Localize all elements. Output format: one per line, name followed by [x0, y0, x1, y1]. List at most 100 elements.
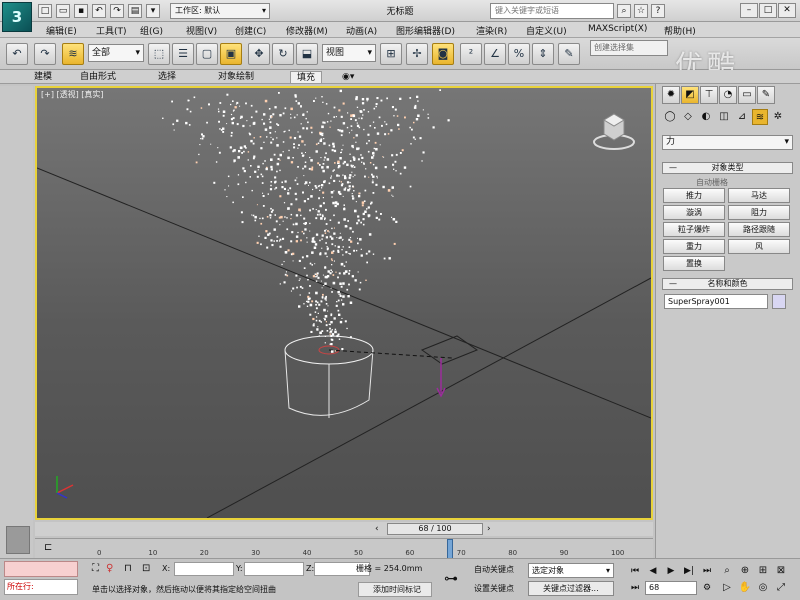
- vortex-button[interactable]: 漩涡: [663, 205, 725, 220]
- menu-tools[interactable]: 工具(T): [96, 24, 127, 37]
- tab-object-paint[interactable]: 对象绘制: [212, 71, 260, 83]
- viewcube-icon[interactable]: [592, 108, 636, 152]
- help-icon[interactable]: ?: [651, 4, 665, 18]
- help-search-input[interactable]: 键入关键字或短语: [490, 3, 614, 19]
- edit-named-sel-icon[interactable]: ✎: [558, 43, 580, 65]
- bind-space-warp-icon[interactable]: ≋: [62, 43, 84, 65]
- hierarchy-tab-icon[interactable]: ⊤: [700, 86, 718, 104]
- tab-selection[interactable]: 选择: [152, 71, 182, 83]
- next-frame-button-icon[interactable]: ▶|: [682, 564, 696, 578]
- rotate-icon[interactable]: ↻: [272, 43, 294, 65]
- name-color-rollout[interactable]: 名称和颜色: [662, 278, 793, 290]
- current-frame-field[interactable]: 68: [645, 581, 697, 595]
- zoom-icon[interactable]: ⌕: [720, 564, 734, 578]
- set-key-icon[interactable]: ⊶: [444, 571, 468, 589]
- space-warps-icon[interactable]: ≋: [752, 109, 768, 125]
- object-type-rollout[interactable]: 对象类型: [662, 162, 793, 174]
- percent-snap-icon[interactable]: %: [508, 43, 530, 65]
- create-tab-icon[interactable]: ✹: [662, 86, 680, 104]
- zoom-extents-all-icon[interactable]: ⊠: [774, 564, 788, 578]
- object-color-swatch[interactable]: [772, 294, 786, 309]
- tab-freeform[interactable]: 自由形式: [74, 71, 122, 83]
- display-tab-icon[interactable]: ▭: [738, 86, 756, 104]
- menu-modifiers[interactable]: 修改器(M): [286, 24, 328, 37]
- time-slider-thumb[interactable]: 68 / 100: [387, 523, 483, 535]
- select-by-name-icon[interactable]: ☰: [172, 43, 194, 65]
- y-coord-field[interactable]: [244, 562, 304, 576]
- redo-quick-icon[interactable]: ↷: [110, 4, 124, 18]
- play-icon[interactable]: ▶: [664, 564, 678, 578]
- snap-icon[interactable]: ²: [460, 43, 482, 65]
- select-manipulate-icon[interactable]: ✢: [406, 43, 428, 65]
- field-of-view-icon[interactable]: ▷: [720, 581, 734, 595]
- close-icon[interactable]: ✕: [778, 3, 796, 18]
- helpers-icon[interactable]: ⊿: [734, 109, 750, 125]
- object-name-input[interactable]: SuperSpray001: [664, 294, 768, 309]
- push-button[interactable]: 推力: [663, 188, 725, 203]
- rect-region-icon[interactable]: ▢: [196, 43, 218, 65]
- undo-icon[interactable]: ↶: [6, 43, 28, 65]
- cameras-icon[interactable]: ◫: [716, 109, 732, 125]
- angle-snap-icon[interactable]: ∠: [484, 43, 506, 65]
- app-logo[interactable]: 3: [2, 2, 32, 32]
- menu-help[interactable]: 帮助(H): [664, 24, 696, 37]
- workspace-select[interactable]: 工作区: 默认: [170, 3, 270, 19]
- pivot-icon[interactable]: ⊞: [380, 43, 402, 65]
- new-file-icon[interactable]: □: [38, 4, 52, 18]
- perspective-viewport[interactable]: [+] [透视] [真实]: [35, 86, 653, 520]
- scale-icon[interactable]: ⬓: [296, 43, 318, 65]
- open-file-icon[interactable]: ▭: [56, 4, 70, 18]
- undo-quick-icon[interactable]: ↶: [92, 4, 106, 18]
- tab-populate[interactable]: 填充: [290, 71, 323, 83]
- menu-animation[interactable]: 动画(A): [346, 24, 377, 37]
- wind-button[interactable]: 风: [728, 239, 790, 254]
- geometry-icon[interactable]: ◯: [662, 109, 678, 125]
- zoom-extents-icon[interactable]: ⊞: [756, 564, 770, 578]
- motion-tab-icon[interactable]: ◔: [719, 86, 737, 104]
- absolute-mode-icon[interactable]: ⊡: [142, 563, 150, 574]
- category-select[interactable]: 力: [662, 135, 793, 150]
- redo-icon[interactable]: ↷: [34, 43, 56, 65]
- auto-key-button[interactable]: 自动关键点: [474, 563, 514, 578]
- viewport-label[interactable]: [+] [透视] [真实]: [41, 89, 104, 100]
- ribbon-options-icon[interactable]: ◉▾: [336, 71, 360, 83]
- time-config-icon[interactable]: ⚙: [700, 581, 714, 595]
- ref-coord-select[interactable]: 视图: [322, 44, 376, 62]
- go-to-start-icon[interactable]: ⏮: [628, 564, 642, 578]
- keyboard-shortcut-override-icon[interactable]: ◙: [432, 43, 454, 65]
- menu-rendering[interactable]: 渲染(R): [476, 24, 507, 37]
- menu-group[interactable]: 组(G): [140, 24, 163, 37]
- move-icon[interactable]: ✥: [248, 43, 270, 65]
- save-file-icon[interactable]: ▪: [74, 4, 88, 18]
- selection-lock-icon[interactable]: ♀: [106, 563, 113, 574]
- track-bar[interactable]: 0 10 20 30 40 50 60 70 80 90 100: [35, 538, 653, 559]
- prev-frame-icon[interactable]: ‹: [375, 524, 379, 534]
- path-follow-button[interactable]: 路径跟随: [728, 222, 790, 237]
- systems-icon[interactable]: ✲: [770, 109, 786, 125]
- next-frame-icon[interactable]: ›: [487, 524, 491, 534]
- lights-icon[interactable]: ◐: [698, 109, 714, 125]
- autogrid-checkbox[interactable]: 自动栅格: [696, 177, 728, 188]
- zoom-all-icon[interactable]: ⊕: [738, 564, 752, 578]
- selection-filter-select[interactable]: 全部: [88, 44, 144, 62]
- menu-views[interactable]: 视图(V): [186, 24, 217, 37]
- displace-button[interactable]: 置换: [663, 256, 725, 271]
- drag-button[interactable]: 阻力: [728, 205, 790, 220]
- x-coord-field[interactable]: [174, 562, 234, 576]
- pan-icon[interactable]: ✋: [738, 581, 752, 595]
- tab-modeling[interactable]: 建模: [28, 71, 58, 83]
- shapes-icon[interactable]: ◇: [680, 109, 696, 125]
- go-to-end-icon[interactable]: ⏭: [700, 564, 714, 578]
- gravity-button[interactable]: 重力: [663, 239, 725, 254]
- maximize-icon[interactable]: □: [759, 3, 777, 18]
- spinner-snap-icon[interactable]: ⇕: [532, 43, 554, 65]
- viewport-layout-icon[interactable]: [6, 526, 30, 554]
- key-mode-icon[interactable]: ⏭: [628, 581, 642, 595]
- select-object-icon[interactable]: ⬚: [148, 43, 170, 65]
- time-slider[interactable]: ‹ 68 / 100 ›: [35, 522, 653, 536]
- previous-frame-icon[interactable]: ◀: [646, 564, 660, 578]
- add-time-tag-button[interactable]: 添加时间标记: [358, 582, 432, 597]
- menu-edit[interactable]: 编辑(E): [46, 24, 77, 37]
- key-filter-select[interactable]: 选定对象: [528, 563, 614, 578]
- menu-maxscript[interactable]: MAXScript(X): [588, 24, 647, 34]
